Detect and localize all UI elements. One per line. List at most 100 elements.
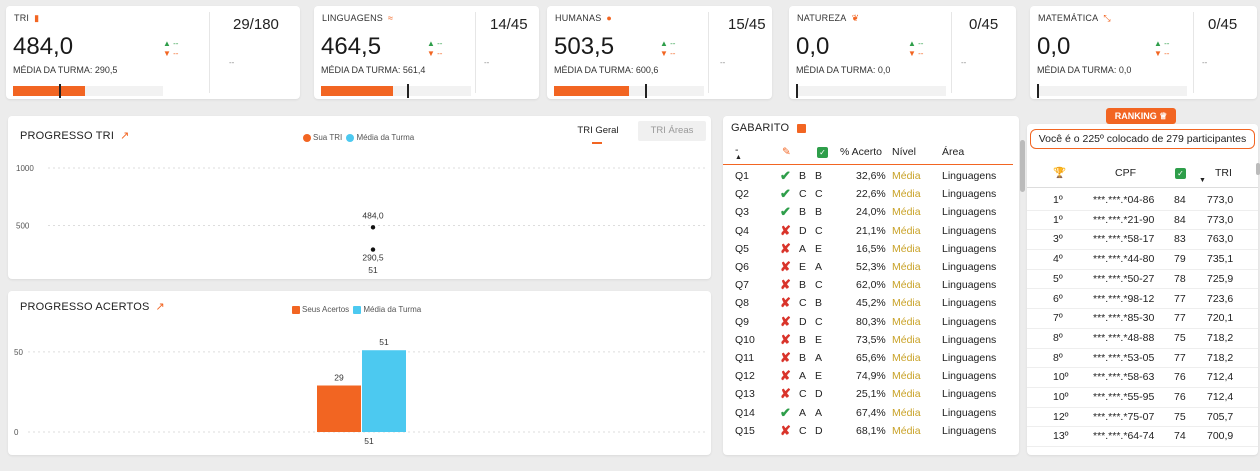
- area: Linguagens: [942, 406, 997, 419]
- cross-icon: ✘: [780, 350, 791, 365]
- ranking-row: 7º ***.***.*85-30 77 720,1: [1027, 309, 1258, 329]
- question-number: Q11: [735, 352, 755, 364]
- area-header[interactable]: Área: [942, 143, 964, 161]
- progresso-tri-chart: 1000 500 484,0 290,5 51: [16, 164, 708, 275]
- nivel: Média: [892, 406, 921, 419]
- ranking-row: 10º ***.***.*55-95 76 712,4: [1027, 388, 1258, 408]
- rank-acertos: 78: [1174, 272, 1186, 285]
- kpi-count: 29/180: [233, 16, 279, 33]
- nivel: Média: [892, 352, 921, 364]
- marked-answer: C: [799, 188, 807, 201]
- question-number: Q8: [735, 297, 750, 310]
- nivel: Média: [892, 188, 921, 201]
- area: Linguagens: [942, 424, 997, 437]
- x-tick-label: 51: [364, 436, 374, 446]
- rank-acertos: 83: [1174, 233, 1186, 246]
- pct-acerto: 45,2%: [856, 297, 886, 310]
- gabarito-row: Q10 ✘ B E 73,5% Média Linguagens: [723, 331, 1013, 349]
- kpi-progress-bar: [554, 84, 704, 98]
- gabarito-row: Q6 ✘ E A 52,3% Média Linguagens: [723, 258, 1013, 276]
- sort-asc-icon[interactable]: ▲: [735, 149, 742, 167]
- gabarito-row: Q9 ✘ D C 80,3% Média Linguagens: [723, 313, 1013, 331]
- marked-answer: B: [799, 170, 807, 182]
- gabarito-row: Q12 ✘ A E 74,9% Média Linguagens: [723, 367, 1013, 385]
- kpi-divider: [951, 12, 952, 93]
- kpi-progress-bar: [796, 84, 946, 98]
- check-icon: ✔: [780, 186, 791, 202]
- rank-cpf: ***.***.*58-17: [1093, 233, 1155, 246]
- marked-answer: B: [799, 279, 807, 292]
- question-number: Q13: [735, 388, 755, 401]
- data-label: 29: [334, 373, 344, 383]
- kpi-average-marker: [645, 84, 647, 98]
- gabarito-row: Q14 ✔ A A 67,4% Média Linguagens: [723, 404, 1013, 422]
- marked-answer: B: [799, 333, 807, 346]
- nivel: Média: [892, 370, 921, 383]
- gabarito-row: Q5 ✘ A E 16,5% Média Linguagens: [723, 240, 1013, 258]
- kpi-delta: ▲ -- ▼ --: [660, 39, 675, 59]
- x-tick-label: 51: [368, 265, 378, 275]
- delta-down: ▼ --: [427, 49, 443, 58]
- kpi-dash: --: [1202, 58, 1208, 67]
- correct-answer: C: [815, 315, 823, 328]
- kpi-average: MÉDIA DA TURMA: 0,0: [1037, 65, 1132, 75]
- gabarito-scrollbar-thumb[interactable]: [1020, 140, 1025, 192]
- rank-cpf: ***.***.*55-95: [1093, 391, 1155, 403]
- rank-cpf: ***.***.*85-30: [1093, 312, 1155, 325]
- kpi-divider: [708, 12, 709, 93]
- y-tick-label: 0: [14, 428, 19, 437]
- kpi-average: MÉDIA DA TURMA: 0,0: [796, 65, 891, 75]
- rank-cpf: ***.***.*44-80: [1093, 253, 1155, 266]
- kpi-count: 0/45: [1208, 16, 1238, 33]
- rank-tri: 763,0: [1207, 233, 1234, 246]
- nivel: Média: [892, 315, 921, 328]
- ranking-row: 5º ***.***.*50-27 78 725,9: [1027, 270, 1258, 290]
- nivel: Média: [892, 261, 921, 273]
- expand-icon: ⤡: [1103, 13, 1111, 23]
- kpi-count: 15/45: [728, 16, 766, 33]
- nivel: Média: [892, 297, 921, 310]
- trophy-icon: ♕: [1159, 111, 1168, 121]
- correct-answer: C: [815, 188, 823, 201]
- pct-header[interactable]: % Acerto: [840, 143, 882, 161]
- area: Linguagens: [942, 224, 997, 237]
- kpi-divider: [1193, 12, 1194, 93]
- check-icon: ✔: [780, 168, 791, 183]
- check-icon: ✔: [780, 204, 791, 220]
- marked-answer: C: [799, 424, 807, 437]
- gabarito-row: Q3 ✔ B B 24,0% Média Linguagens: [723, 203, 1013, 221]
- tri-header[interactable]: TRI: [1215, 164, 1232, 182]
- cpf-header[interactable]: CPF: [1115, 164, 1136, 182]
- area: Linguagens: [942, 188, 997, 201]
- kpi-value: 464,5: [321, 33, 382, 60]
- nivel: Média: [892, 242, 921, 255]
- progresso-tri-card: PROGRESSO TRI ↗ Sua TRI Média da Turma TR…: [8, 116, 711, 279]
- question-number: Q12: [735, 370, 755, 383]
- marked-answer: C: [799, 388, 807, 401]
- nivel-header[interactable]: Nível: [892, 143, 916, 161]
- area: Linguagens: [942, 352, 997, 364]
- sort-desc-icon[interactable]: ▼: [1199, 172, 1206, 190]
- kpi-title: MATEMÁTICA ⤡: [1038, 13, 1111, 23]
- y-tick-label: 1000: [16, 164, 34, 173]
- rank-position: 1º: [1053, 213, 1063, 226]
- check-box-icon: ✓: [1175, 168, 1186, 179]
- kpi-progress-bar: [321, 84, 471, 98]
- marked-answer: D: [799, 224, 807, 237]
- question-number: Q7: [735, 279, 750, 292]
- ranking-scrollbar-thumb[interactable]: [1256, 163, 1260, 175]
- kpi-delta: ▲ -- ▼ --: [908, 39, 923, 59]
- area: Linguagens: [942, 388, 997, 401]
- rank-cpf: ***.***.*21-90: [1093, 213, 1155, 226]
- kpi-dash: --: [961, 58, 967, 67]
- cross-icon: ✘: [780, 368, 791, 384]
- pct-acerto: 80,3%: [856, 315, 886, 328]
- rank-tri: 712,4: [1207, 371, 1234, 384]
- ranking-position-banner: Você é o 225º colocado de 279 participan…: [1030, 129, 1255, 149]
- cross-icon: ✘: [780, 240, 791, 256]
- delta-up: ▲ --: [427, 39, 443, 48]
- data-label: 51: [379, 337, 389, 347]
- ranking-button[interactable]: RANKING ♕: [1106, 108, 1176, 124]
- area: Linguagens: [942, 242, 997, 255]
- rank-tri: 723,6: [1207, 292, 1234, 305]
